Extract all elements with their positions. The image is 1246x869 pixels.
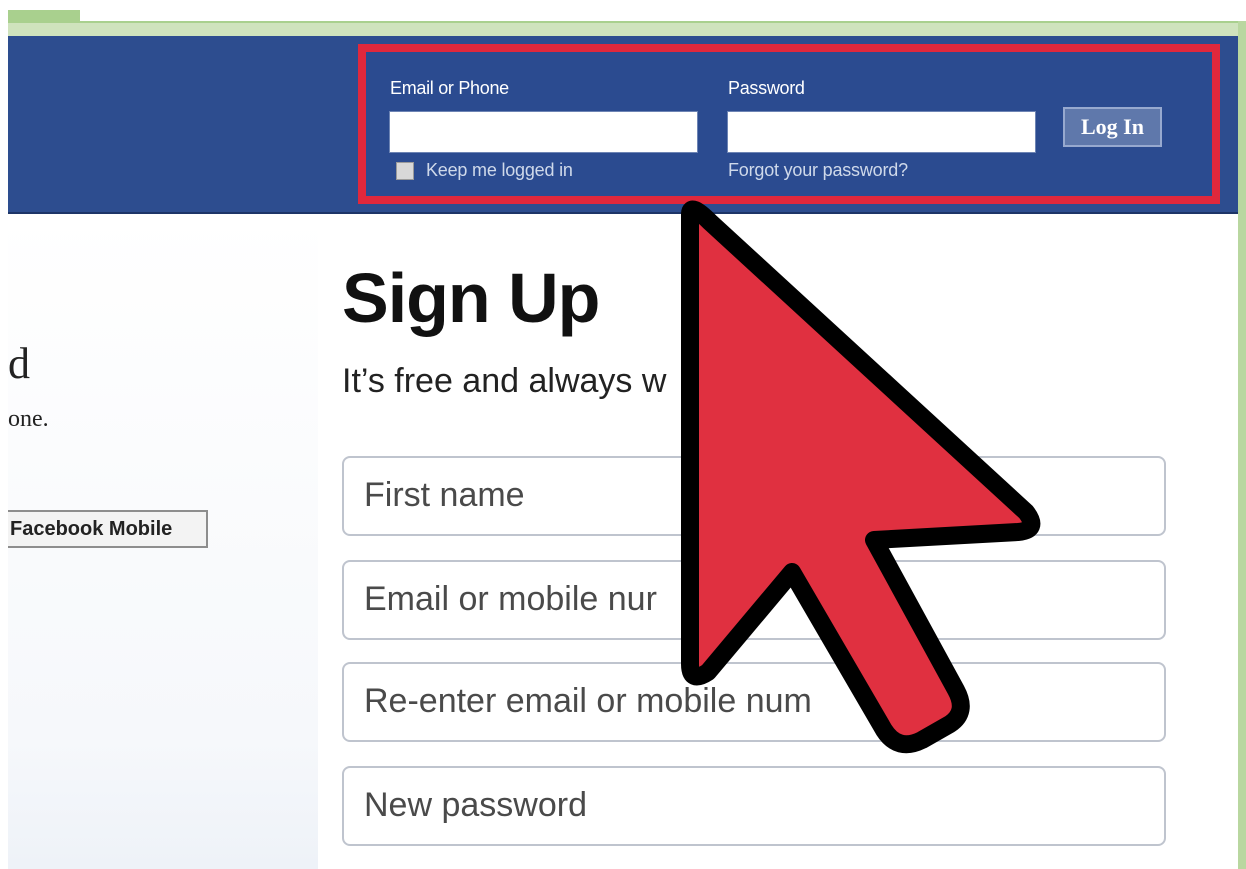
keep-logged-in-label: Keep me logged in (426, 160, 573, 180)
left-subtext-fragment: one. (8, 406, 49, 432)
frame-right-border (1238, 21, 1246, 869)
log-in-button[interactable]: Log In (1063, 107, 1162, 147)
facebook-mobile-button[interactable]: Facebook Mobile (8, 510, 208, 548)
keep-logged-in-checkbox[interactable] (396, 162, 414, 180)
signup-title: Sign Up (342, 259, 600, 337)
facebook-page: Email or Phone Password Keep me logged i… (8, 36, 1238, 869)
login-highlight-box: Email or Phone Password Keep me logged i… (358, 44, 1220, 204)
email-label: Email or Phone (390, 78, 509, 98)
email-or-mobile-field[interactable]: Email or mobile nur (342, 560, 1166, 640)
new-password-field[interactable]: New password (342, 766, 1166, 846)
forgot-password-link[interactable]: Forgot your password? (728, 160, 908, 181)
left-heading-fragment: d (8, 339, 30, 388)
left-info-panel: d one. Facebook Mobile (8, 214, 318, 869)
password-field[interactable] (727, 111, 1036, 153)
first-name-field[interactable]: First name (342, 456, 1166, 536)
reenter-email-field[interactable]: Re-enter email or mobile num (342, 662, 1166, 742)
password-label: Password (728, 78, 805, 98)
top-blue-bar: Email or Phone Password Keep me logged i… (8, 36, 1238, 214)
reenter-email-placeholder: Re-enter email or mobile num (364, 682, 812, 720)
first-name-placeholder: First name (364, 476, 525, 514)
email-or-mobile-placeholder: Email or mobile nur (364, 580, 657, 618)
signup-subtitle: It’s free and always w (342, 362, 667, 400)
email-field[interactable] (389, 111, 698, 153)
new-password-placeholder: New password (364, 786, 587, 824)
